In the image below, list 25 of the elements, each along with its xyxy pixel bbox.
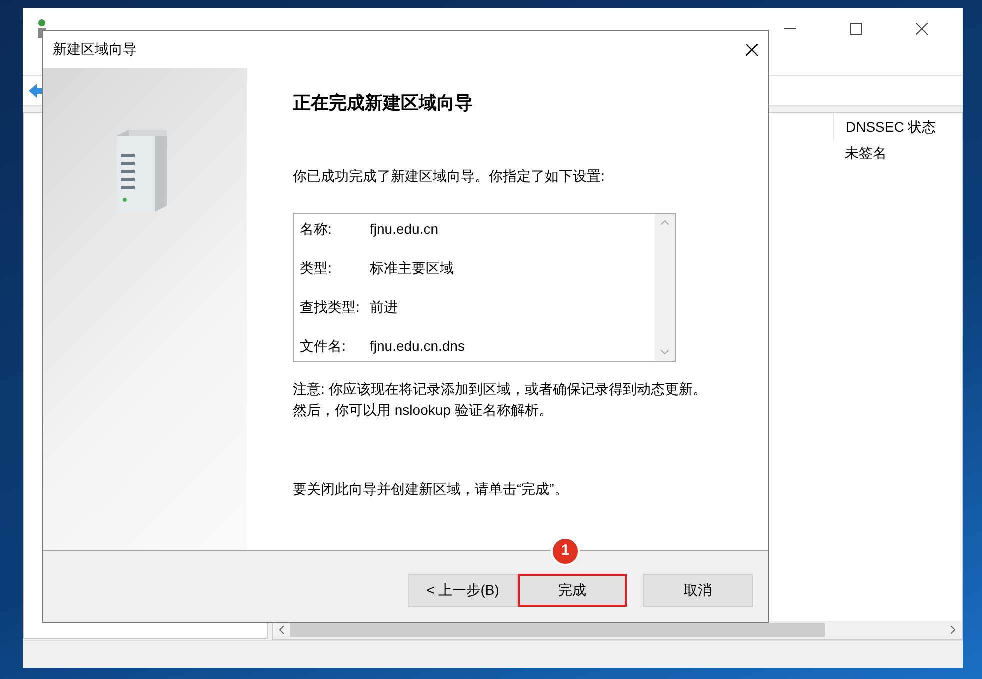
- note-text: 注意: 你应该现在将记录添加到区域，或者确保记录得到动态更新。然后，你可以用 nslookup 验证名称解析。: [293, 380, 708, 420]
- wizard-button[interactable]: < 上一步(B): [408, 574, 518, 607]
- field-value: 前进: [370, 298, 398, 316]
- table-cell-text: 未签名: [845, 144, 887, 163]
- wizard-button[interactable]: 完成: [518, 574, 627, 607]
- intro-text: 你已成功完成了新建区域向导。你指定了如下设置:: [293, 167, 606, 186]
- field-value: fjnu.edu.cn.dns: [370, 336, 465, 356]
- field-value: 标准主要区域: [370, 258, 454, 278]
- field-label: 名称:: [300, 220, 333, 238]
- field-label: 类型:: [300, 258, 333, 278]
- dialog-title: 新建区域向导: [53, 40, 137, 59]
- horizontal-scrollbar[interactable]: [273, 621, 962, 639]
- closing-text: 要关闭此向导并创建新区域，请单击“完成”。: [293, 480, 570, 499]
- wizard-heading: 正在完成新建区域向导: [293, 92, 474, 115]
- maximize-icon[interactable]: [850, 23, 862, 35]
- field-label: 查找类型:: [300, 298, 361, 316]
- column-header[interactable]: DNSSEC 状态: [833, 113, 956, 141]
- field-label: 文件名:: [300, 336, 347, 356]
- close-icon[interactable]: [916, 23, 928, 35]
- chevron-left-icon[interactable]: [279, 626, 284, 634]
- step-badge: 1: [551, 537, 580, 566]
- wizard-button[interactable]: 取消: [643, 574, 753, 607]
- close-icon[interactable]: [746, 44, 758, 56]
- field-value: fjnu.edu.cn: [370, 220, 438, 239]
- chevron-right-icon[interactable]: [951, 626, 956, 634]
